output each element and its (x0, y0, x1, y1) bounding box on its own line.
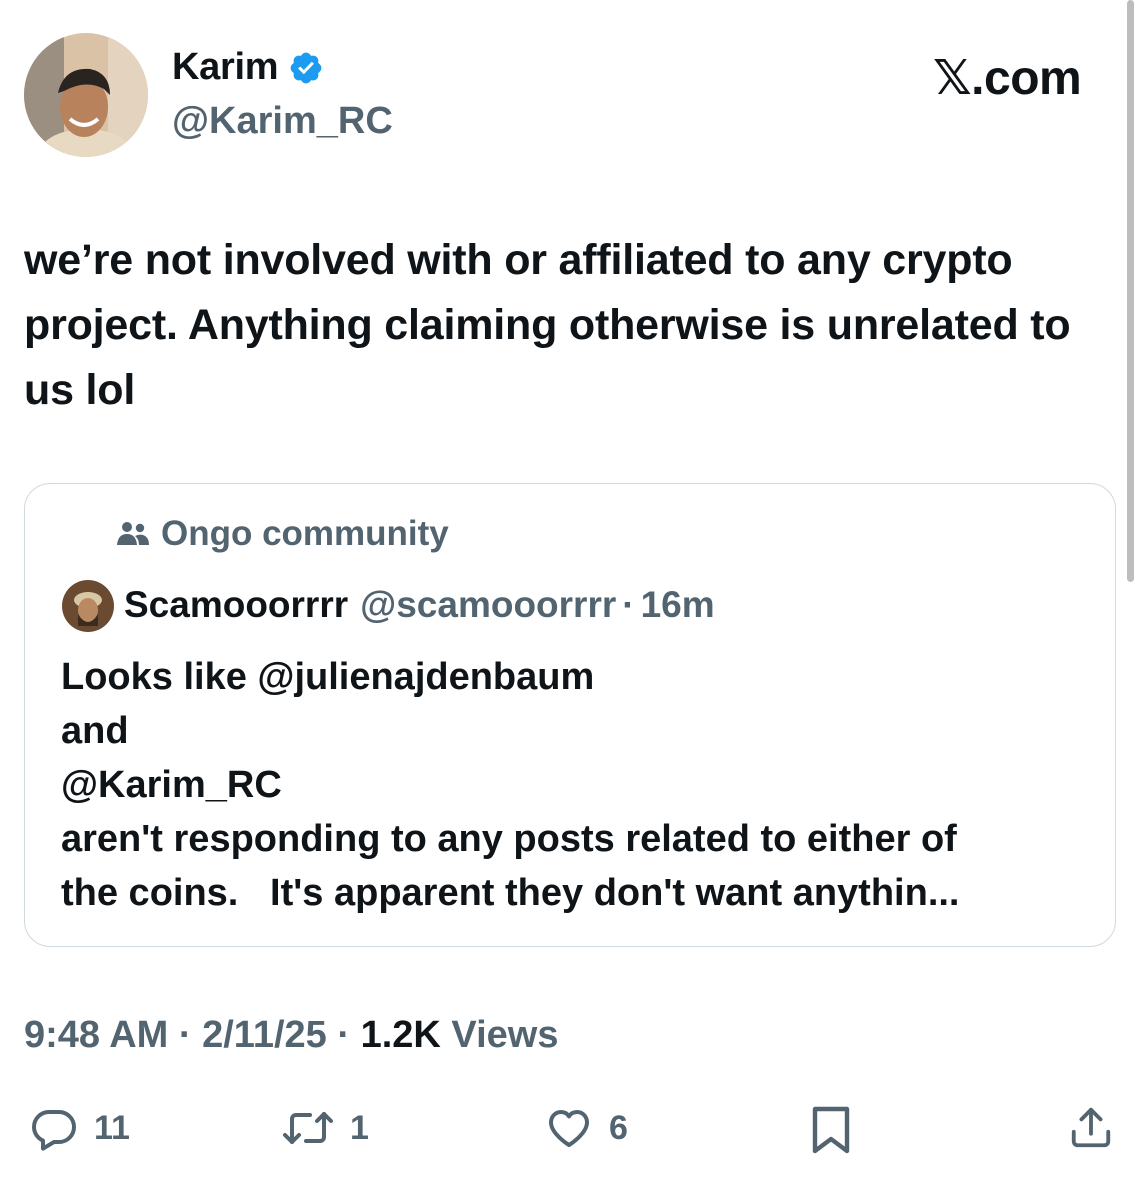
separator-dot: · (337, 1014, 350, 1056)
quoted-text-line: and (61, 710, 129, 752)
repost-count: 1 (350, 1108, 369, 1147)
repost-button[interactable]: 1 (282, 1104, 369, 1152)
like-count: 6 (609, 1108, 628, 1147)
post-time[interactable]: 9:48 AM (24, 1014, 168, 1056)
quoted-author-handle[interactable]: @scamooorrrr (360, 584, 616, 626)
brand-watermark: 𝕏.com (933, 52, 1082, 105)
quoted-text-line: aren't responding to any posts related t… (61, 818, 957, 860)
quoted-author-row: Scamooorrrr @scamooorrrr · 16m (124, 584, 715, 626)
separator-dot: · (178, 1014, 192, 1056)
quoted-text-line: the coins. It's apparent they don't want… (61, 872, 960, 914)
bookmark-button[interactable] (809, 1104, 853, 1156)
share-button[interactable] (1068, 1104, 1114, 1152)
views-label: Views (451, 1014, 559, 1056)
quoted-text-line: @Karim_RC (61, 764, 282, 806)
bookmark-icon (812, 1106, 850, 1154)
community-icon (117, 522, 149, 545)
post-date[interactable]: 2/11/25 (202, 1014, 327, 1056)
author-name[interactable]: Karim (172, 46, 279, 89)
community-label[interactable]: Ongo community (115, 514, 449, 554)
quoted-post-time[interactable]: 16m (641, 584, 715, 626)
share-icon (1071, 1107, 1111, 1148)
quoted-author-name[interactable]: Scamooorrrr (124, 584, 348, 626)
heart-icon (549, 1110, 589, 1147)
reply-icon (32, 1110, 76, 1151)
author-handle[interactable]: @Karim_RC (172, 100, 393, 143)
scrollbar[interactable] (1127, 0, 1134, 582)
quoted-post-text: Looks like @julienajdenbaum and @Karim_R… (61, 650, 1101, 920)
repost-icon (283, 1112, 333, 1144)
reply-button[interactable]: 11 (30, 1104, 130, 1152)
tweet-text: we’re not involved with or affiliated to… (24, 236, 1071, 414)
quoted-author-avatar[interactable] (62, 580, 114, 632)
post-meta: 9:48 AM · 2/11/25 · 1.2K Views (24, 1014, 558, 1057)
views-count: 1.2K (360, 1014, 441, 1056)
author-name-row[interactable]: Karim (172, 46, 324, 89)
community-name: Ongo community (161, 514, 449, 553)
reply-count: 11 (94, 1108, 130, 1147)
author-avatar[interactable] (24, 33, 148, 157)
separator-dot: · (622, 584, 635, 625)
verified-badge-icon (290, 52, 322, 83)
quoted-text-line: Looks like @julienajdenbaum (61, 656, 595, 698)
like-button[interactable]: 6 (545, 1104, 628, 1152)
